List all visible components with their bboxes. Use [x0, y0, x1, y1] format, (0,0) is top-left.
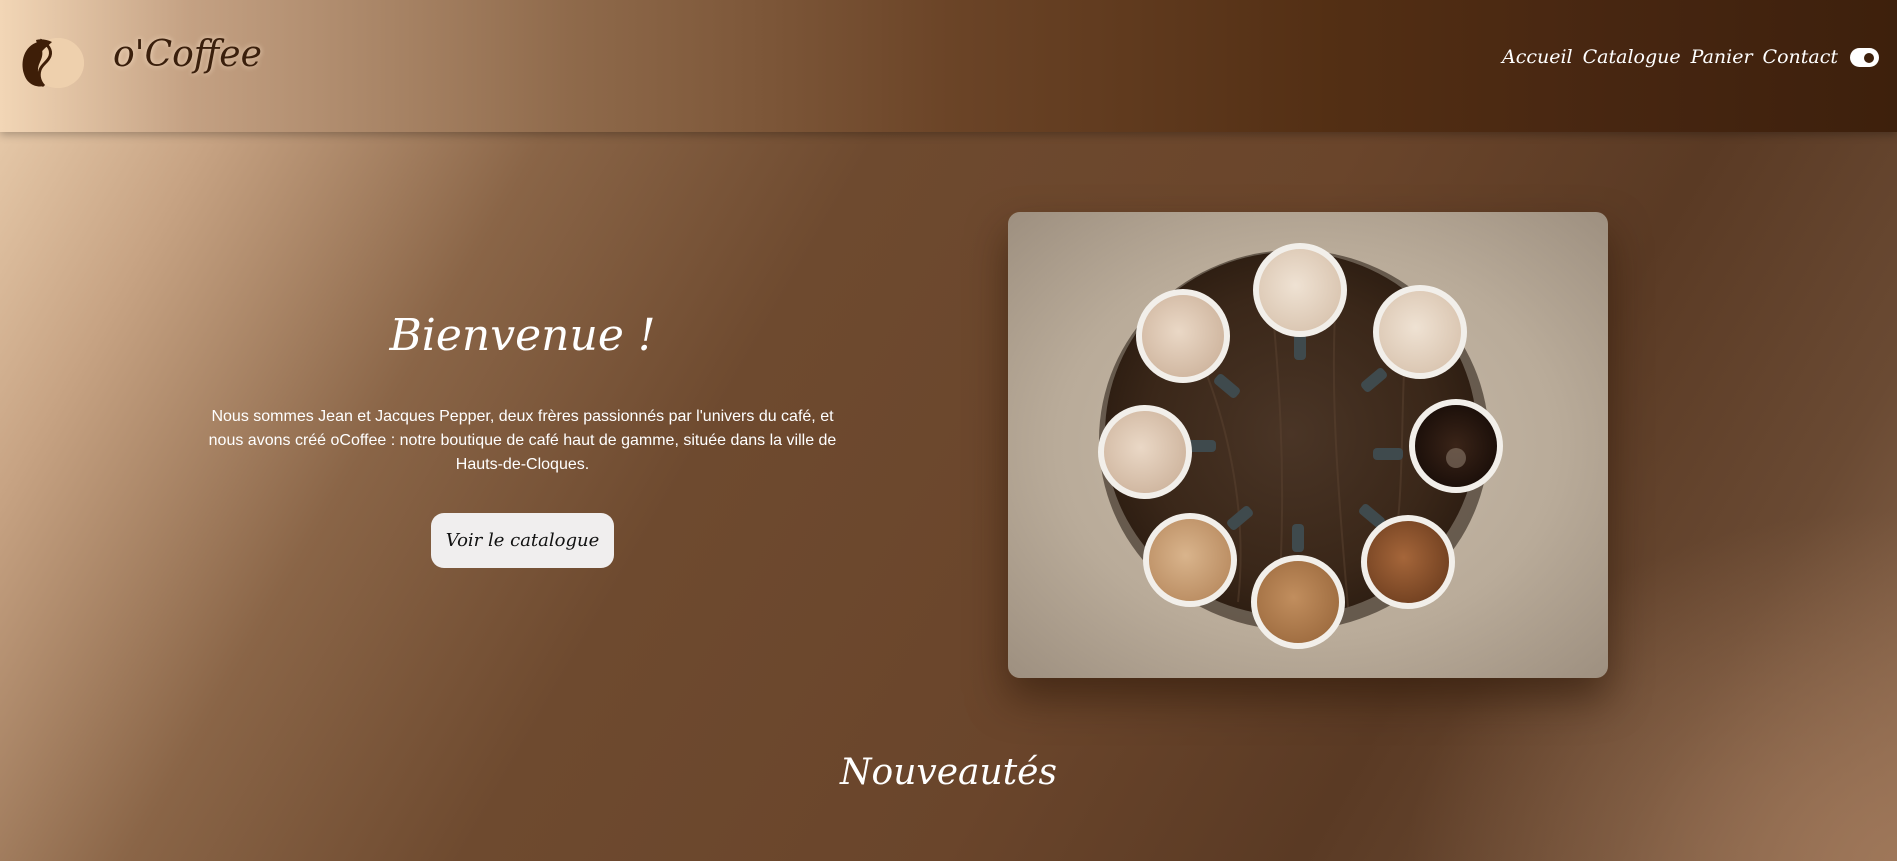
nav-link-accueil[interactable]: Accueil	[1502, 46, 1573, 68]
theme-toggle-icon[interactable]	[1850, 47, 1879, 67]
main-nav: Accueil Catalogue Panier Contact	[1502, 46, 1879, 68]
nav-link-catalogue[interactable]: Catalogue	[1583, 46, 1681, 68]
site-header: o'Coffee Accueil Catalogue Panier Contac…	[0, 0, 1897, 132]
view-catalogue-button[interactable]: Voir le catalogue	[430, 513, 615, 568]
nav-link-contact[interactable]: Contact	[1763, 46, 1838, 68]
brand-name[interactable]: o'Coffee	[113, 34, 262, 75]
coffee-bean-logo-icon[interactable]	[18, 36, 88, 90]
hero-title: Bienvenue !	[389, 310, 656, 361]
coffee-cups-image	[1008, 212, 1608, 678]
news-section-title: Nouveautés	[840, 752, 1057, 793]
nav-link-panier[interactable]: Panier	[1691, 46, 1753, 68]
hero-section: Bienvenue ! Nous sommes Jean et Jacques …	[200, 310, 845, 568]
hero-description: Nous sommes Jean et Jacques Pepper, deux…	[208, 408, 837, 473]
coffee-cups-illustration	[1008, 212, 1608, 678]
